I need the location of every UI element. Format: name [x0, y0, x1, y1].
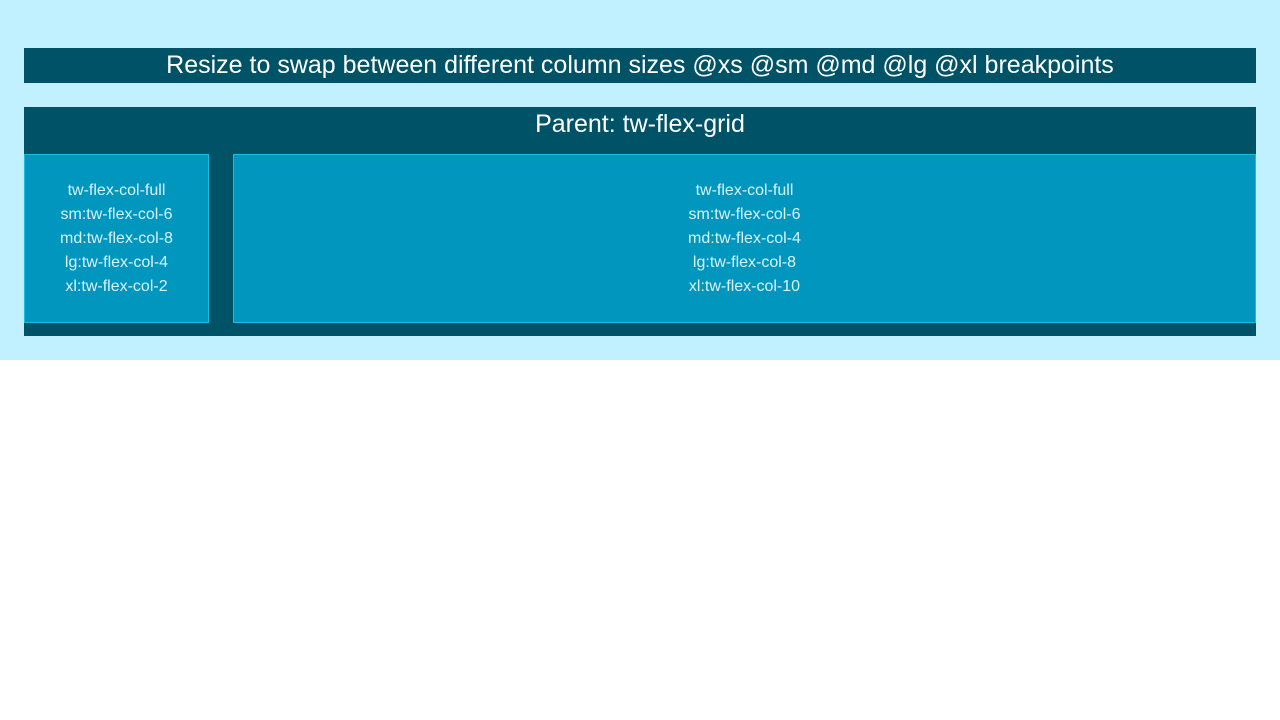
column-class-label: sm:tw-flex-col-6 [688, 206, 801, 223]
parent-title: Parent: tw-flex-grid [535, 110, 745, 138]
column-class-label: tw-flex-col-full [695, 182, 794, 199]
column-class-label: tw-flex-col-full [67, 182, 166, 199]
demo-area: Resize to swap between different column … [0, 0, 1280, 360]
grid-column-1: tw-flex-col-full sm:tw-flex-col-6 md:tw-… [24, 154, 209, 323]
breakpoint-banner: Resize to swap between different column … [24, 48, 1256, 83]
column-class-label: lg:tw-flex-col-4 [64, 254, 169, 271]
column-class-label: md:tw-flex-col-4 [688, 230, 801, 247]
column-class-label: xl:tw-flex-col-2 [65, 278, 168, 295]
grid-column-2: tw-flex-col-full sm:tw-flex-col-6 md:tw-… [233, 154, 1256, 323]
column-class-label: lg:tw-flex-col-8 [692, 254, 797, 271]
column-class-label: md:tw-flex-col-8 [60, 230, 173, 247]
flex-grid-parent: Parent: tw-flex-grid tw-flex-col-full sm… [24, 107, 1256, 336]
column-class-label: xl:tw-flex-col-10 [688, 278, 801, 295]
column-class-label: sm:tw-flex-col-6 [60, 206, 173, 223]
